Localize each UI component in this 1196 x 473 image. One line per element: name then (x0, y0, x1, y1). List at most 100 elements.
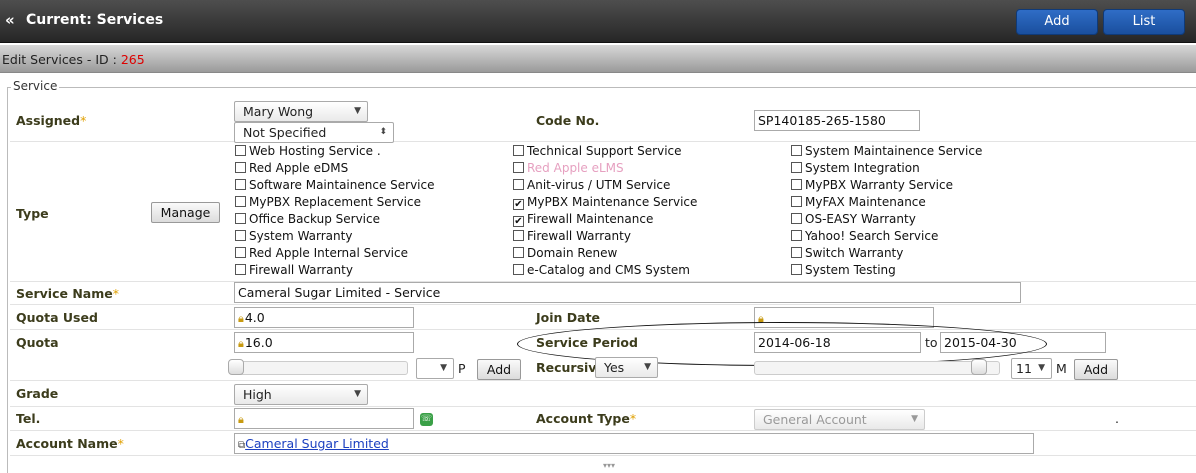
recursive-add-button[interactable]: Add (1074, 359, 1118, 380)
code-no-field[interactable]: SP140185-265-1580 (754, 110, 920, 131)
assigned-person-select[interactable]: Mary Wong ▼ (234, 101, 368, 122)
type-checkbox-item[interactable]: ✔ MyPBX Maintenance Service (513, 195, 697, 210)
checkbox-icon[interactable] (235, 247, 246, 258)
quota-label: Quota (16, 335, 59, 350)
recursive-slider-track[interactable] (754, 361, 1000, 375)
recursive-slider-handle[interactable] (971, 359, 987, 375)
type-checkbox-item[interactable]: Switch Warranty (791, 246, 903, 261)
quota-used-label: Quota Used (16, 310, 98, 325)
type-checkbox-item[interactable]: Red Apple eLMS (513, 161, 624, 176)
checkbox-icon[interactable] (791, 196, 802, 207)
phone-icon[interactable]: ☏ (420, 413, 433, 426)
page-title: Current: Services (26, 12, 164, 28)
lock-icon: 🔒︎ (758, 312, 764, 325)
checkbox-icon[interactable] (513, 145, 524, 156)
type-checkbox-item[interactable]: Firewall Warranty (513, 229, 631, 244)
service-period-from-field[interactable]: 2014-06-18 (754, 332, 921, 353)
quota-used-field[interactable]: 🔒︎4.0 (234, 307, 414, 328)
checkbox-icon[interactable] (791, 264, 802, 275)
service-period-label: Service Period (536, 335, 638, 350)
checkbox-icon[interactable] (513, 230, 524, 241)
type-checkbox-item[interactable]: Software Maintainence Service (235, 178, 435, 193)
lock-icon: 🔒︎ (238, 413, 244, 426)
checkbox-icon[interactable] (791, 145, 802, 156)
checkbox-icon[interactable] (235, 264, 246, 275)
type-checkbox-label: MyPBX Warranty Service (805, 178, 953, 192)
type-checkbox-item[interactable]: MyPBX Warranty Service (791, 178, 953, 193)
expand-more-icon[interactable]: ▾▾▾ (603, 461, 615, 470)
type-checkbox-item[interactable]: Office Backup Service (235, 212, 380, 227)
row-divider (10, 430, 1196, 431)
assigned-label: Assigned* (16, 113, 87, 128)
checkbox-icon[interactable] (235, 179, 246, 190)
type-checkbox-label: Firewall Warranty (527, 229, 631, 243)
type-checkbox-label: Switch Warranty (805, 246, 904, 260)
checkbox-icon[interactable] (513, 179, 524, 190)
join-date-field[interactable]: 🔒︎ (754, 307, 934, 328)
type-checkbox-item[interactable]: e-Catalog and CMS System (513, 263, 690, 278)
checkbox-icon[interactable] (791, 230, 802, 241)
checkbox-icon[interactable] (791, 247, 802, 258)
checkbox-icon[interactable] (513, 264, 524, 275)
manage-button[interactable]: Manage (151, 202, 220, 223)
type-checkbox-label: Red Apple eDMS (249, 161, 349, 175)
quota-slider-handle[interactable] (228, 359, 244, 375)
checkbox-icon[interactable] (791, 213, 802, 224)
quota-field[interactable]: 🔒︎16.0 (234, 332, 414, 353)
checkbox-icon[interactable] (513, 162, 524, 173)
checkbox-checked-icon[interactable]: ✔ (513, 199, 524, 210)
grade-select[interactable]: High ▼ (234, 384, 368, 405)
trailing-dot: . (1115, 411, 1119, 426)
type-checkbox-label: System Integration (805, 161, 920, 175)
code-no-label: Code No. (536, 113, 600, 128)
type-checkbox-item[interactable]: Red Apple eDMS (235, 161, 348, 176)
checkbox-icon[interactable] (235, 213, 246, 224)
add-button[interactable]: Add (1016, 9, 1098, 35)
type-checkbox-item[interactable]: System Testing (791, 263, 896, 278)
tel-field[interactable]: 🔒︎ (234, 408, 414, 429)
type-checkbox-item[interactable]: Yahoo! Search Service (791, 229, 938, 244)
quota-add-button[interactable]: Add (477, 359, 521, 380)
type-checkbox-item[interactable]: Technical Support Service (513, 144, 682, 159)
tel-label: Tel. (16, 411, 41, 426)
type-checkbox-item[interactable]: System Integration (791, 161, 920, 176)
type-checkbox-item[interactable]: System Maintainence Service (791, 144, 982, 159)
edit-label: Edit Services - ID : (2, 52, 121, 67)
list-button[interactable]: List (1103, 9, 1185, 35)
join-date-label: Join Date (536, 310, 601, 325)
checkbox-icon[interactable] (235, 162, 246, 173)
checkbox-icon[interactable] (235, 230, 246, 241)
type-checkbox-item[interactable]: Web Hosting Service . (235, 144, 381, 159)
service-name-field[interactable]: Cameral Sugar Limited - Service (234, 282, 1021, 303)
checkbox-icon[interactable] (513, 247, 524, 258)
recursive-select[interactable]: Yes ▼ (595, 357, 658, 378)
type-checkbox-label: MyPBX Maintenance Service (527, 195, 698, 209)
checkbox-icon[interactable] (791, 179, 802, 190)
type-checkbox-item[interactable]: MyFAX Maintenance (791, 195, 926, 210)
account-name-field: ⧉Cameral Sugar Limited (234, 433, 1034, 454)
account-type-select[interactable]: General Account ▼ (754, 409, 925, 430)
collapse-chevron-icon[interactable]: « (5, 11, 15, 29)
account-name-link[interactable]: Cameral Sugar Limited (245, 436, 389, 451)
type-checkbox-item[interactable]: Domain Renew (513, 246, 617, 261)
type-checkbox-item[interactable]: Firewall Warranty (235, 263, 353, 278)
edit-subheader: Edit Services - ID : 265 (0, 45, 1196, 73)
quota-unit-select[interactable]: ▼ (416, 358, 454, 379)
assigned-status-select[interactable]: Not Specified ⬍ (234, 122, 394, 143)
checkbox-icon[interactable] (791, 162, 802, 173)
type-checkbox-item[interactable]: Red Apple Internal Service (235, 246, 408, 261)
service-period-to-field[interactable]: 2015-04-30 (940, 332, 1106, 353)
type-checkbox-item[interactable]: ✔ Firewall Maintenance (513, 212, 653, 227)
checkbox-icon[interactable] (235, 145, 246, 156)
type-checkbox-label: System Warranty (249, 229, 353, 243)
checkbox-checked-icon[interactable]: ✔ (513, 216, 524, 227)
type-checkbox-item[interactable]: System Warranty (235, 229, 352, 244)
type-checkbox-label: Anit-virus / UTM Service (527, 178, 671, 192)
type-checkbox-item[interactable]: Anit-virus / UTM Service (513, 178, 670, 193)
recursive-months-select[interactable]: 11 ▼ (1011, 358, 1052, 379)
type-checkbox-label: Firewall Maintenance (527, 212, 654, 226)
type-checkbox-item[interactable]: OS-EASY Warranty (791, 212, 916, 227)
type-checkbox-item[interactable]: MyPBX Replacement Service (235, 195, 421, 210)
quota-slider-track[interactable] (234, 361, 408, 375)
checkbox-icon[interactable] (235, 196, 246, 207)
